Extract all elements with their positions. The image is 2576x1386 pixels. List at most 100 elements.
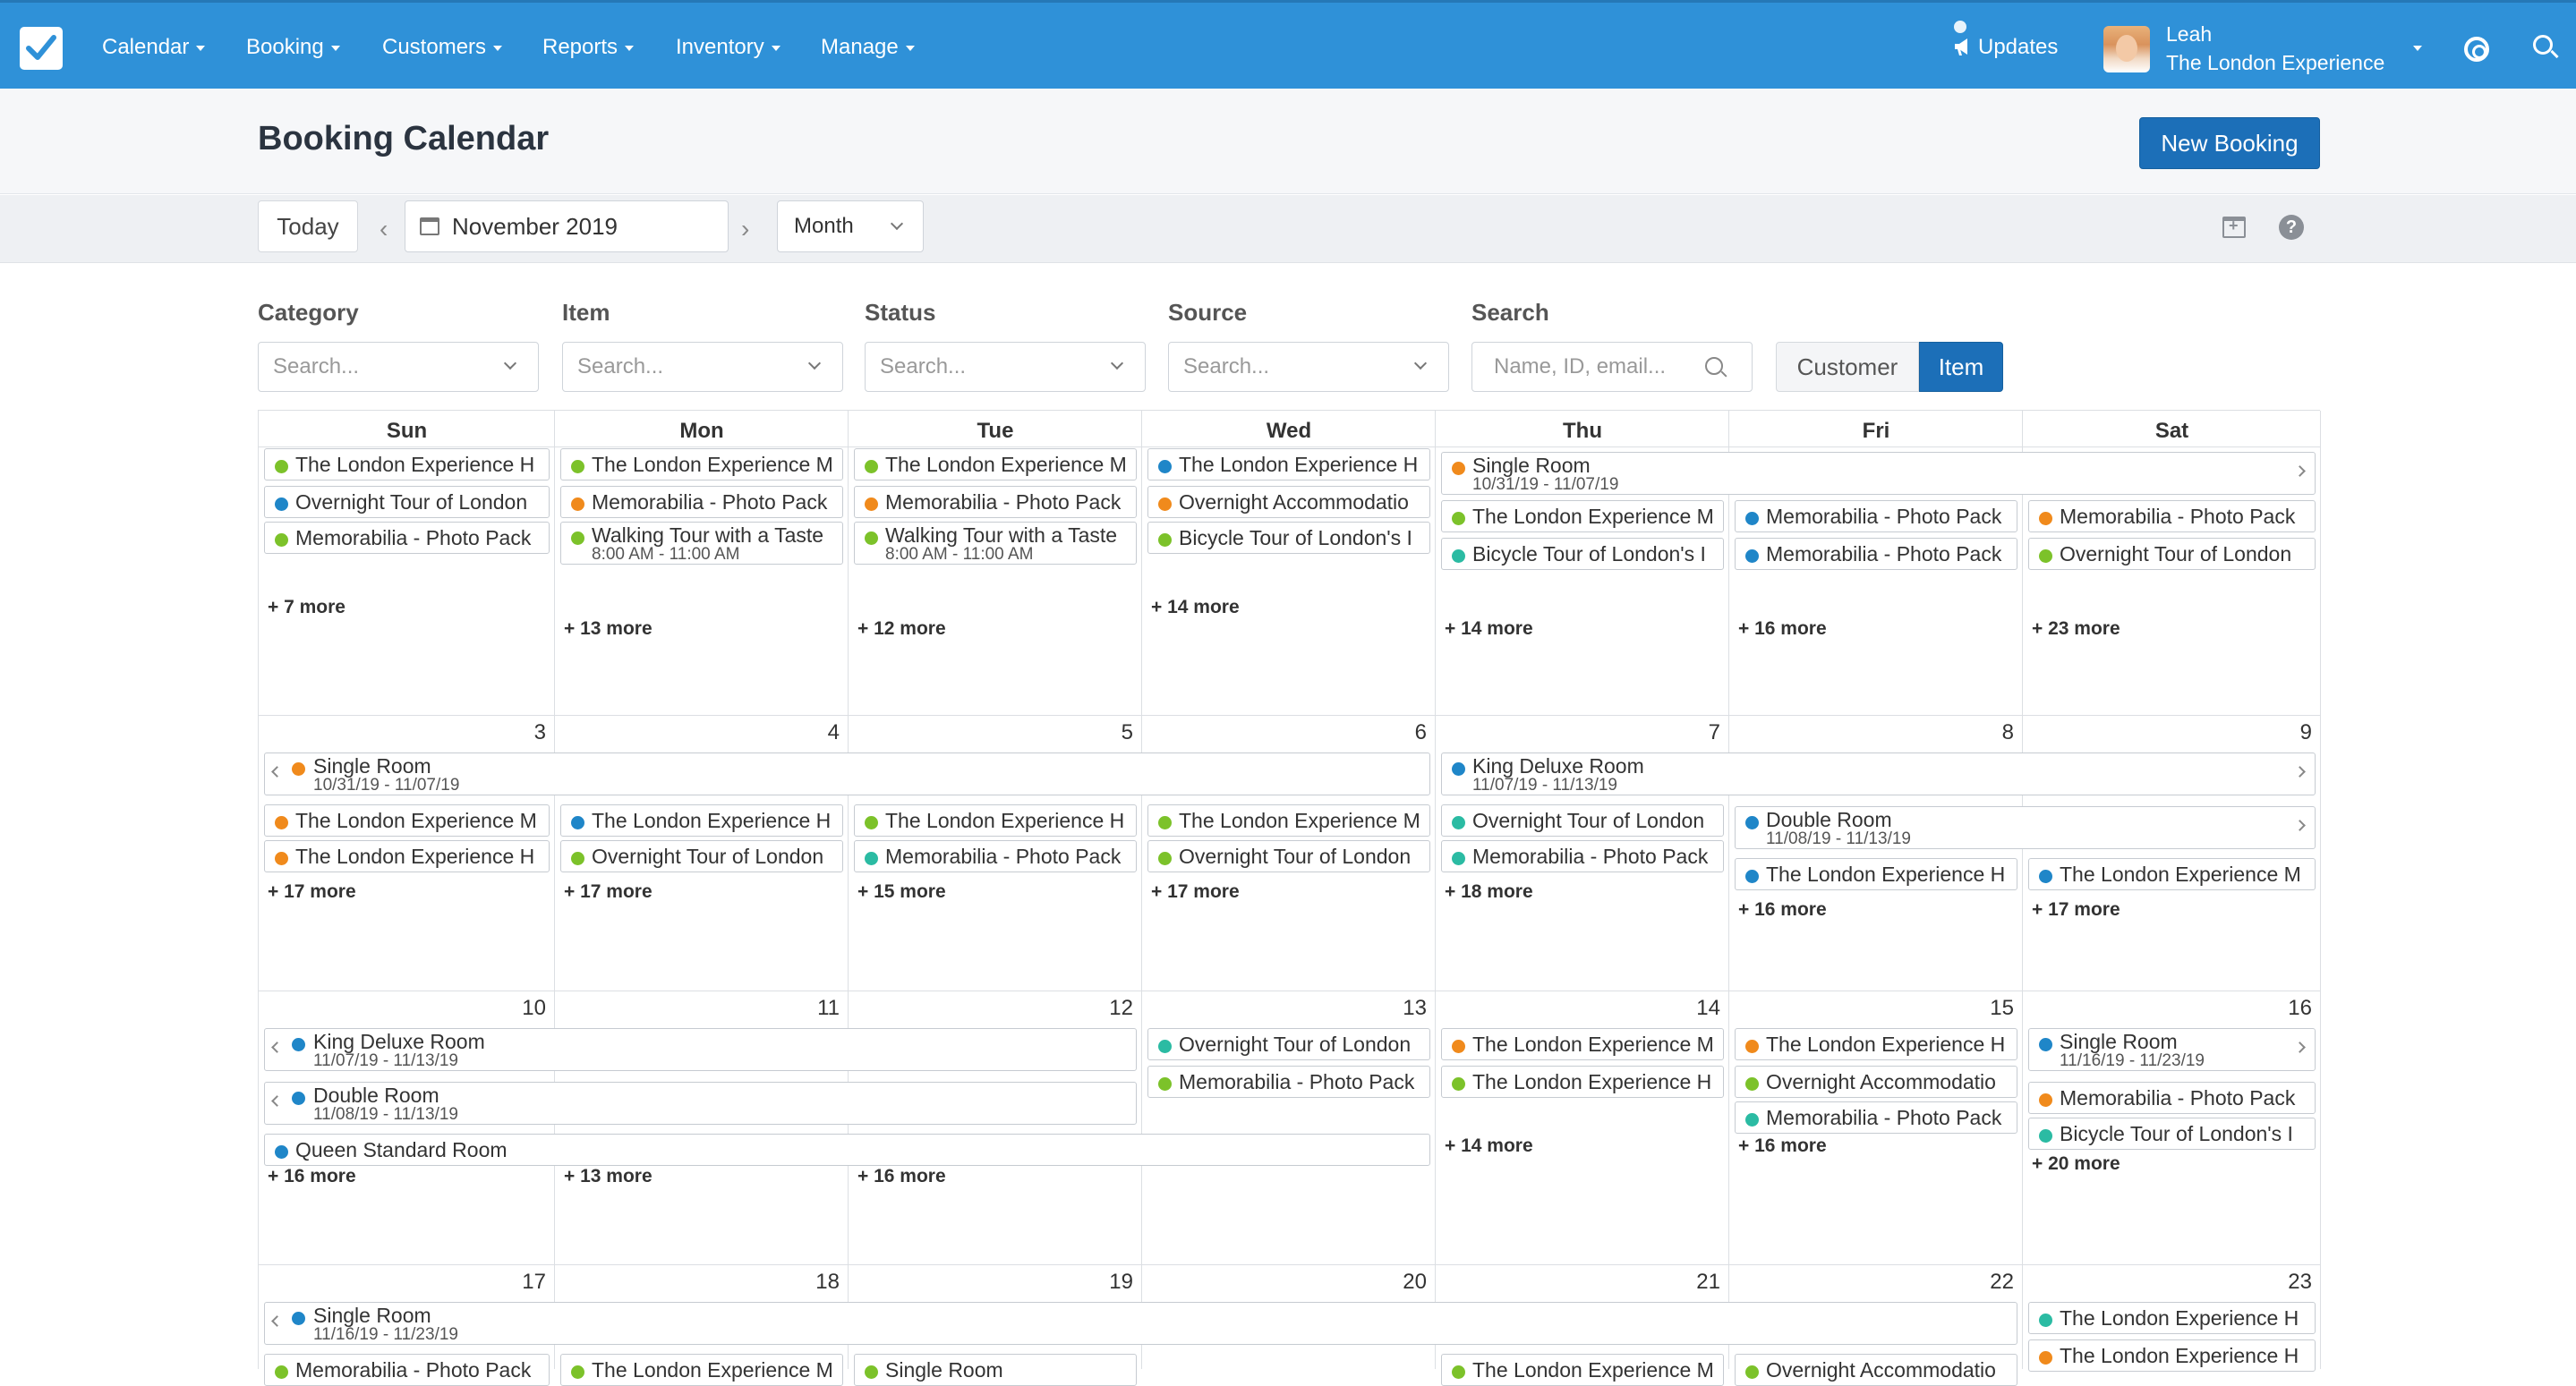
booking-event[interactable]: The London Experience H	[264, 840, 550, 872]
nav-manage[interactable]: Manage	[821, 35, 915, 60]
booking-event[interactable]: The London Experience H	[854, 804, 1137, 837]
booking-event[interactable]: The London Experience M	[264, 804, 550, 837]
day-number[interactable]: 8	[1729, 720, 2014, 745]
booking-event[interactable]: The London Experience H	[560, 804, 843, 837]
booking-event[interactable]: The London Experience H	[1441, 1066, 1724, 1098]
toggle-item-button[interactable]: Item	[1919, 342, 2003, 392]
next-month-icon[interactable]: ›	[741, 215, 749, 243]
booking-event[interactable]: Bicycle Tour of London's I	[1441, 538, 1724, 570]
more-events-link[interactable]: + 18 more	[1445, 881, 1533, 903]
more-events-link[interactable]: + 16 more	[857, 1166, 946, 1187]
day-number[interactable]: 23	[2023, 1270, 2312, 1295]
booking-event[interactable]: The London Experience H	[264, 448, 550, 480]
booking-event[interactable]: The London Experience M	[2028, 858, 2316, 890]
booking-event[interactable]: Memorabilia - Photo Pack	[2028, 500, 2316, 532]
toggle-customer-button[interactable]: Customer	[1776, 342, 1919, 392]
more-events-link[interactable]: + 13 more	[564, 1166, 653, 1187]
add-to-calendar-icon[interactable]	[2222, 217, 2246, 238]
booking-event[interactable]: Memorabilia - Photo Pack	[264, 522, 550, 554]
booking-event[interactable]: Overnight Tour of London	[264, 486, 550, 518]
status-select[interactable]: Search...	[865, 342, 1146, 392]
new-booking-button[interactable]: New Booking	[2139, 117, 2320, 169]
booking-event[interactable]: The London Experience H	[1147, 448, 1430, 480]
booking-event[interactable]: Memorabilia - Photo Pack	[560, 486, 843, 518]
app-logo-icon[interactable]	[20, 27, 63, 70]
booking-event[interactable]: Memorabilia - Photo Pack	[854, 486, 1137, 518]
day-number[interactable]: 15	[1729, 996, 2014, 1021]
more-events-link[interactable]: + 16 more	[1738, 899, 1827, 921]
day-number[interactable]: 4	[555, 720, 840, 745]
help-lifebuoy-icon[interactable]	[2464, 37, 2489, 62]
nav-booking[interactable]: Booking	[246, 35, 340, 60]
day-number[interactable]: 10	[259, 996, 546, 1021]
more-events-link[interactable]: + 16 more	[1738, 618, 1827, 640]
booking-event[interactable]: The London Experience M	[1147, 804, 1430, 837]
booking-event[interactable]: The London Experience M	[560, 1354, 843, 1386]
booking-event[interactable]: Memorabilia - Photo Pack	[1735, 538, 2017, 570]
booking-event[interactable]: Overnight Tour of London	[1147, 840, 1430, 872]
booking-event[interactable]: Memorabilia - Photo Pack	[264, 1354, 550, 1386]
category-select[interactable]: Search...	[258, 342, 539, 392]
booking-event[interactable]: Bicycle Tour of London's I	[1147, 522, 1430, 554]
booking-event[interactable]: Overnight Tour of London	[1147, 1028, 1430, 1060]
view-select[interactable]: Month	[777, 200, 924, 252]
updates-link[interactable]: Updates	[1953, 35, 2058, 60]
more-events-link[interactable]: + 16 more	[268, 1166, 356, 1187]
more-events-link[interactable]: + 17 more	[268, 881, 356, 903]
more-events-link[interactable]: + 14 more	[1445, 618, 1533, 640]
day-number[interactable]: 20	[1142, 1270, 1427, 1295]
nav-inventory[interactable]: Inventory	[676, 35, 780, 60]
booking-event[interactable]: The London Experience H	[1735, 1028, 2017, 1060]
day-number[interactable]: 19	[849, 1270, 1133, 1295]
day-number[interactable]: 12	[849, 996, 1133, 1021]
multi-day-booking[interactable]: Queen Standard Room	[264, 1134, 1430, 1166]
day-number[interactable]: 5	[849, 720, 1133, 745]
booking-event[interactable]: Memorabilia - Photo Pack	[854, 840, 1137, 872]
booking-event[interactable]: Walking Tour with a Taste 8:00 AM - 11:00…	[560, 522, 843, 565]
more-events-link[interactable]: + 14 more	[1445, 1135, 1533, 1157]
month-picker[interactable]: November 2019	[405, 200, 729, 252]
booking-event[interactable]: The London Experience H	[2028, 1339, 2316, 1372]
day-number[interactable]: 6	[1142, 720, 1427, 745]
booking-event[interactable]: The London Experience M	[560, 448, 843, 480]
booking-event[interactable]: Overnight Tour of London	[560, 840, 843, 872]
booking-event[interactable]: Single Room	[854, 1354, 1137, 1386]
search-icon[interactable]	[2533, 35, 2553, 55]
more-events-link[interactable]: + 16 more	[1738, 1135, 1827, 1157]
booking-event[interactable]: The London Experience M	[1441, 1354, 1724, 1386]
multi-day-booking[interactable]: Single Room 10/31/19 - 11/07/19	[264, 753, 1430, 795]
booking-event[interactable]: The London Experience H	[2028, 1302, 2316, 1334]
booking-event[interactable]: Overnight Tour of London	[1441, 804, 1724, 837]
booking-event[interactable]: The London Experience M	[1441, 500, 1724, 532]
more-events-link[interactable]: + 17 more	[1151, 881, 1240, 903]
user-name[interactable]: Leah	[2166, 22, 2212, 47]
day-number[interactable]: 18	[555, 1270, 840, 1295]
booking-event[interactable]: Bicycle Tour of London's I	[2028, 1118, 2316, 1150]
booking-event[interactable]: Memorabilia - Photo Pack	[2028, 1082, 2316, 1114]
more-events-link[interactable]: + 23 more	[2032, 618, 2120, 640]
day-number[interactable]: 21	[1436, 1270, 1720, 1295]
multi-day-booking[interactable]: Single Room 10/31/19 - 11/07/19	[1441, 452, 2316, 495]
booking-event[interactable]: Memorabilia - Photo Pack	[1441, 840, 1724, 872]
booking-event[interactable]: Overnight Tour of London	[2028, 538, 2316, 570]
day-number[interactable]: 13	[1142, 996, 1427, 1021]
booking-event[interactable]: Memorabilia - Photo Pack	[1735, 1101, 2017, 1134]
more-events-link[interactable]: + 13 more	[564, 618, 653, 640]
day-number[interactable]: 11	[555, 996, 840, 1021]
booking-event[interactable]: Overnight Accommodatio	[1147, 486, 1430, 518]
booking-event[interactable]: Memorabilia - Photo Pack	[1147, 1066, 1430, 1098]
booking-event[interactable]: Walking Tour with a Taste 8:00 AM - 11:00…	[854, 522, 1137, 565]
multi-day-booking[interactable]: King Deluxe Room 11/07/19 - 11/13/19	[264, 1028, 1137, 1071]
chevron-down-icon[interactable]	[2413, 46, 2422, 51]
avatar[interactable]	[2103, 26, 2150, 72]
nav-customers[interactable]: Customers	[382, 35, 503, 60]
multi-day-booking[interactable]: King Deluxe Room 11/07/19 - 11/13/19	[1441, 753, 2316, 795]
more-events-link[interactable]: + 17 more	[2032, 899, 2120, 921]
nav-calendar[interactable]: Calendar	[102, 35, 206, 60]
user-org[interactable]: The London Experience	[2166, 51, 2426, 75]
booking-event[interactable]: The London Experience M	[854, 448, 1137, 480]
booking-event[interactable]: Overnight Accommodatio	[1735, 1066, 2017, 1098]
multi-day-booking[interactable]: Double Room 11/08/19 - 11/13/19	[264, 1082, 1137, 1125]
prev-month-icon[interactable]: ‹	[380, 215, 388, 243]
item-select[interactable]: Search...	[562, 342, 843, 392]
